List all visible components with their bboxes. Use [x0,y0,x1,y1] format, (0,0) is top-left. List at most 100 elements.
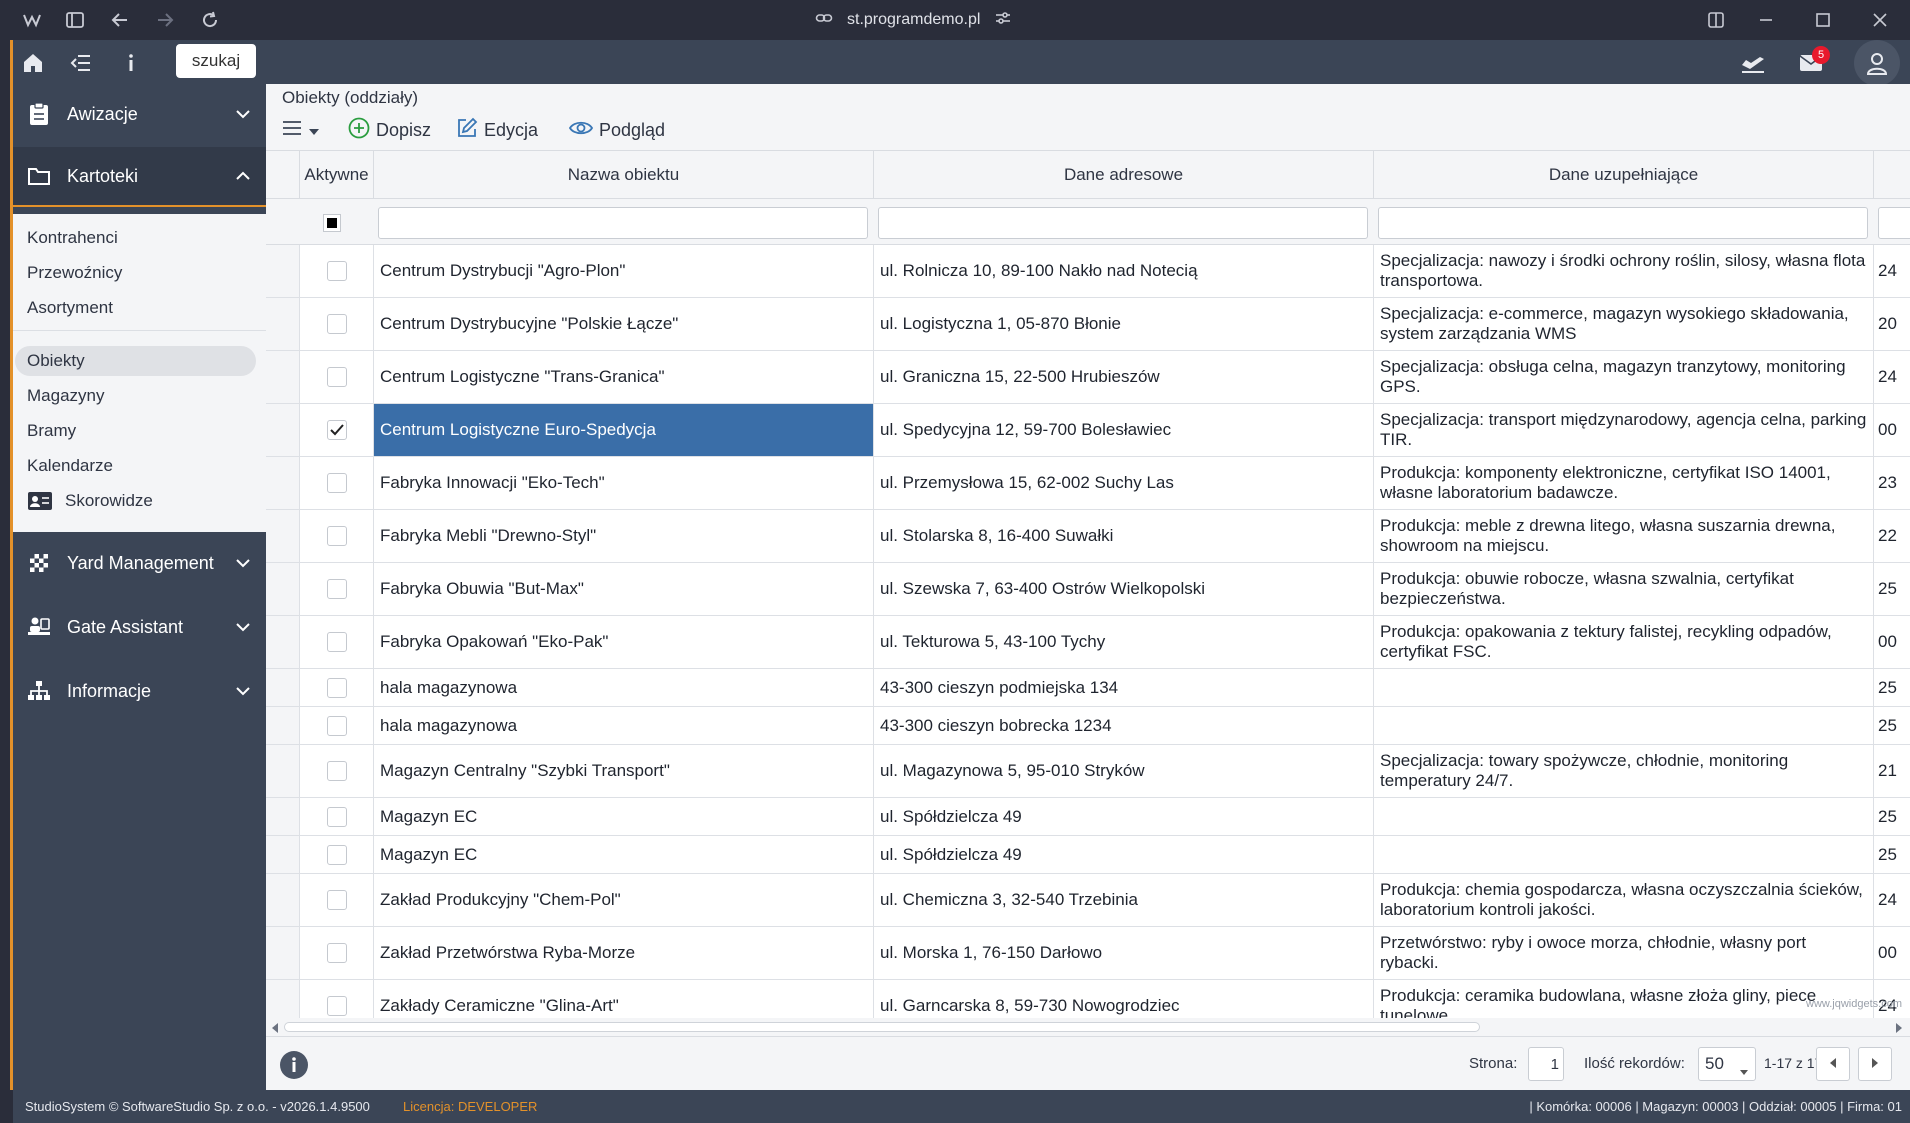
split-view-icon[interactable] [1704,8,1728,32]
forward-icon[interactable] [153,8,177,32]
filter-extra-input[interactable] [1378,207,1868,239]
mail-icon[interactable]: 5 [1798,46,1830,76]
active-cell[interactable] [300,457,374,510]
filter-name-input[interactable] [378,207,868,239]
extra-cell[interactable] [1374,707,1874,745]
back-icon[interactable] [108,8,132,32]
name-cell[interactable]: Zakład Przetwórstwa Ryba-Morze [374,927,874,980]
sidebar-item-asortyment[interactable]: Asortyment [27,293,113,323]
next-cell[interactable]: 24 [1874,351,1910,404]
extra-cell[interactable]: Produkcja: komponenty elektroniczne, cer… [1374,457,1874,510]
next-cell[interactable]: 00 [1874,404,1910,457]
active-cell[interactable] [300,980,374,1018]
extra-cell[interactable]: Produkcja: opakowania z tektury falistej… [1374,616,1874,669]
info-icon[interactable] [118,50,144,76]
next-cell[interactable]: 24 [1874,874,1910,927]
sidebar-item-skorowidze[interactable]: Skorowidze [27,486,153,516]
next-cell[interactable]: 21 [1874,745,1910,798]
sidebar-section-kartoteki[interactable]: Kartoteki [13,147,266,207]
active-checkbox[interactable] [326,420,347,440]
sidebar-section-gate-assistant[interactable]: Gate Assistant [13,596,266,658]
active-cell[interactable] [300,563,374,616]
address-cell[interactable]: ul. Stolarska 8, 16-400 Suwałki [874,510,1374,563]
address-cell[interactable]: 43-300 cieszyn podmiejska 134 [874,669,1374,707]
active-checkbox[interactable] [326,367,347,387]
extra-cell[interactable]: Produkcja: chemia gospodarcza, własna oc… [1374,874,1874,927]
active-cell[interactable] [300,669,374,707]
active-cell[interactable] [300,351,374,404]
active-cell[interactable] [300,616,374,669]
active-cell[interactable] [300,510,374,563]
sidebar-toggle-icon[interactable] [63,8,87,32]
address-cell[interactable]: ul. Graniczna 15, 22-500 Hrubieszów [874,351,1374,404]
name-cell[interactable]: Zakłady Ceramiczne "Glina-Art" [374,980,874,1018]
active-checkbox[interactable] [326,677,347,698]
active-checkbox[interactable] [326,579,347,599]
site-settings-icon[interactable] [994,9,1012,32]
scrollbar-thumb[interactable] [284,1022,1480,1032]
next-cell[interactable]: 20 [1874,298,1910,351]
import-icon[interactable] [1740,50,1766,76]
name-cell[interactable]: Centrum Logistyczne "Trans-Granica" [374,351,874,404]
user-avatar[interactable] [1854,40,1900,86]
extra-cell[interactable] [1374,836,1874,874]
address-cell[interactable]: ul. Magazynowa 5, 95-010 Stryków [874,745,1374,798]
active-checkbox[interactable] [326,261,347,281]
active-cell[interactable] [300,404,374,457]
next-page-button[interactable] [1858,1047,1892,1081]
name-cell[interactable]: Centrum Logistyczne Euro-Spedycja [374,404,874,457]
name-cell[interactable]: Fabryka Obuwia "But-Max" [374,563,874,616]
address-cell[interactable]: ul. Szewska 7, 63-400 Ostrów Wielkopolsk… [874,563,1374,616]
active-checkbox[interactable] [326,844,347,865]
browser-logo-icon[interactable] [20,8,44,32]
name-cell[interactable]: Magazyn EC [374,798,874,836]
active-cell[interactable] [300,874,374,927]
close-icon[interactable] [1868,8,1892,32]
search-button[interactable]: szukaj [176,44,256,78]
active-cell[interactable] [300,798,374,836]
name-cell[interactable]: Fabryka Opakowań "Eko-Pak" [374,616,874,669]
name-cell[interactable]: Magazyn EC [374,836,874,874]
view-button[interactable]: Podgląd [568,116,665,144]
page-input[interactable]: 1 [1528,1047,1564,1081]
name-cell[interactable]: Fabryka Innowacji "Eko-Tech" [374,457,874,510]
next-cell[interactable]: 23 [1874,457,1910,510]
name-cell[interactable]: Fabryka Mebli "Drewno-Styl" [374,510,874,563]
column-header-next[interactable] [1874,151,1910,199]
sidebar-item-magazyny[interactable]: Magazyny [27,381,104,411]
next-cell[interactable]: 00 [1874,616,1910,669]
active-checkbox[interactable] [326,996,347,1016]
next-cell[interactable]: 25 [1874,836,1910,874]
extra-cell[interactable]: Specjalizacja: obsługa celna, magazyn tr… [1374,351,1874,404]
sidebar-item-kalendarze[interactable]: Kalendarze [27,451,113,481]
extra-cell[interactable] [1374,669,1874,707]
filter-next-input[interactable] [1878,207,1910,239]
next-cell[interactable]: 22 [1874,510,1910,563]
horizontal-scrollbar[interactable] [266,1018,1910,1036]
active-cell[interactable] [300,707,374,745]
reload-icon[interactable] [198,8,222,32]
extra-cell[interactable]: Produkcja: ceramika budowlana, własne zł… [1374,980,1874,1018]
select-all-checkbox[interactable] [323,214,341,232]
active-checkbox[interactable] [326,761,347,781]
home-icon[interactable] [20,50,46,76]
sidebar-section-informacje[interactable]: Informacje [13,660,266,722]
records-select[interactable]: 50 [1698,1047,1756,1081]
active-cell[interactable] [300,245,374,298]
extra-cell[interactable]: Produkcja: obuwie robocze, własna szwaln… [1374,563,1874,616]
name-cell[interactable]: hala magazynowa [374,669,874,707]
address-cell[interactable]: ul. Spółdzielcza 49 [874,836,1374,874]
extra-cell[interactable] [1374,798,1874,836]
active-checkbox[interactable] [326,806,347,827]
address-cell[interactable]: ul. Przemysłowa 15, 62-002 Suchy Las [874,457,1374,510]
active-cell[interactable] [300,745,374,798]
address-cell[interactable]: ul. Logistyczna 1, 05-870 Błonie [874,298,1374,351]
active-cell[interactable] [300,836,374,874]
next-cell[interactable]: 25 [1874,669,1910,707]
menu-dropdown-button[interactable] [282,116,320,144]
active-checkbox[interactable] [326,526,347,546]
address-cell[interactable]: ul. Chemiczna 3, 32-540 Trzebinia [874,874,1374,927]
active-checkbox[interactable] [326,943,347,963]
next-cell[interactable]: 24 [1874,245,1910,298]
address-cell[interactable]: ul. Garncarska 8, 59-730 Nowogrodziec [874,980,1374,1018]
